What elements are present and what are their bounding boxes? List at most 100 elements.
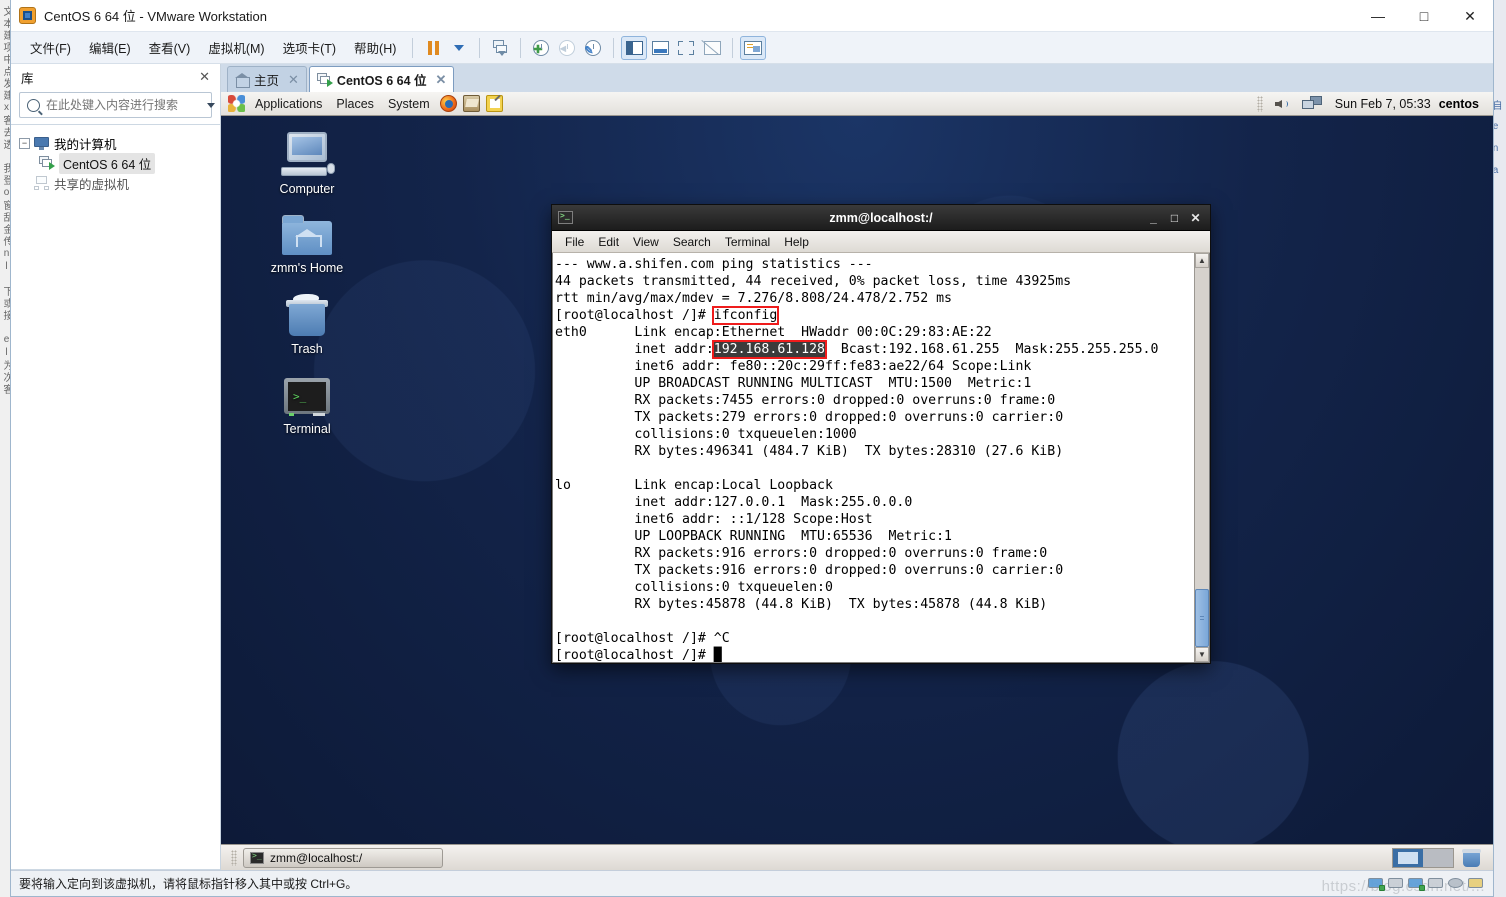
library-search[interactable] <box>19 92 215 118</box>
terminal-minimize-button[interactable]: _ <box>1147 211 1160 225</box>
tree-label: CentOS 6 64 位 <box>59 152 156 174</box>
terminal-menu-search[interactable]: Search <box>666 233 718 251</box>
close-button[interactable]: ✕ <box>1447 0 1493 32</box>
tree-centos-vm[interactable]: CentOS 6 64 位 <box>17 152 214 174</box>
highlighted-ip-address: 192.168.61.128 <box>711 340 827 359</box>
clock[interactable]: Sun Feb 7, 05:33 <box>1335 97 1431 111</box>
terminal-close-button[interactable]: ✕ <box>1189 211 1202 225</box>
terminal-output[interactable]: --- www.a.shifen.com ping statistics ---… <box>553 253 1194 662</box>
terminal-menu-help[interactable]: Help <box>777 233 816 251</box>
network-device-icon[interactable] <box>1368 876 1385 891</box>
terminal-menu-view[interactable]: View <box>626 233 666 251</box>
workspace-2[interactable] <box>1423 848 1453 867</box>
terminal-body[interactable]: --- www.a.shifen.com ping statistics ---… <box>552 253 1210 663</box>
manage-snapshots-icon[interactable]: ✎ <box>580 36 606 60</box>
gnome-menu-system[interactable]: System <box>381 95 437 113</box>
tree-my-computer[interactable]: − 我的计算机 <box>17 133 214 153</box>
scrollbar-track[interactable] <box>1195 268 1209 647</box>
evolution-icon[interactable] <box>462 95 480 112</box>
desktop-icon-home[interactable]: zmm's Home <box>259 207 355 275</box>
fullscreen-icon[interactable] <box>673 36 699 60</box>
menu-vm[interactable]: 虚拟机(M) <box>199 34 273 61</box>
user-menu[interactable]: centos <box>1439 97 1479 111</box>
close-icon[interactable]: ✕ <box>288 72 299 88</box>
menu-file[interactable]: 文件(F) <box>21 34 80 61</box>
menu-view[interactable]: 查看(V) <box>140 34 200 61</box>
firefox-icon[interactable] <box>439 95 457 112</box>
terminal-cursor: █ <box>713 648 722 662</box>
usb-device-icon[interactable] <box>1468 876 1485 891</box>
workspace-switcher[interactable] <box>1392 847 1454 868</box>
snapshot-icon[interactable] <box>487 36 513 60</box>
network-device-icon[interactable] <box>1408 876 1425 891</box>
show-library-icon[interactable] <box>621 35 648 60</box>
terminal-line: RX packets:916 errors:0 dropped:0 overru… <box>555 546 1048 561</box>
desktop-icon-terminal[interactable]: >_ Terminal <box>259 368 355 436</box>
terminal-titlebar[interactable]: zmm@localhost:/ _ □ ✕ <box>552 205 1210 231</box>
desktop-icon-trash[interactable]: Trash <box>259 288 355 356</box>
gnome-menu-applications[interactable]: Applications <box>248 95 329 113</box>
taskbar-window-button[interactable]: zmm@localhost:/ <box>243 847 443 868</box>
desktop-icon-label: Trash <box>291 342 323 356</box>
search-input[interactable] <box>46 98 201 112</box>
close-icon[interactable]: ✕ <box>436 72 447 88</box>
toolbar-separator <box>479 37 481 58</box>
terminal-line: lo Link encap:Local Loopback <box>555 478 833 493</box>
panel-grip[interactable] <box>1256 95 1263 112</box>
chevron-down-icon[interactable] <box>207 102 215 108</box>
tab-centos[interactable]: CentOS 6 64 位 ✕ <box>308 66 455 92</box>
show-console-icon[interactable] <box>647 36 673 60</box>
terminal-line: RX bytes:45878 (44.8 KiB) TX bytes:45878… <box>555 597 1048 612</box>
printer-device-icon[interactable] <box>1428 876 1445 891</box>
trash-icon <box>259 288 355 338</box>
pause-icon[interactable] <box>420 36 446 60</box>
window-controls: — □ ✕ <box>1355 0 1493 32</box>
tab-home[interactable]: 主页 ✕ <box>227 66 307 92</box>
panel-grip[interactable] <box>231 849 237 866</box>
desktop-icon-label: zmm's Home <box>270 261 344 275</box>
tree-label: 我的计算机 <box>54 137 117 152</box>
show-thumbnails-icon[interactable] <box>740 35 767 60</box>
toolbar-separator <box>732 37 734 58</box>
gnome-menu-places[interactable]: Places <box>329 95 381 113</box>
dropdown-caret-icon[interactable] <box>446 36 472 60</box>
terminal-menu-file[interactable]: File <box>558 233 591 251</box>
desktop-icon-computer[interactable]: Computer <box>259 128 355 196</box>
network-icon[interactable] <box>1301 96 1322 111</box>
take-snapshot-icon[interactable]: ✚ <box>528 36 554 60</box>
menu-tabs[interactable]: 选项卡(T) <box>274 34 345 61</box>
sound-device-icon[interactable] <box>1448 876 1465 891</box>
terminal-prompt: [root@localhost /]# <box>555 308 714 323</box>
trash-icon[interactable] <box>1462 848 1481 867</box>
terminal-line: --- www.a.shifen.com ping statistics --- <box>555 257 873 272</box>
terminal-menu-terminal[interactable]: Terminal <box>718 233 777 251</box>
maximize-button[interactable]: □ <box>1401 0 1447 32</box>
expander-icon[interactable]: − <box>19 137 30 149</box>
toolbar-separator <box>520 37 522 58</box>
terminal-scrollbar[interactable]: ▲ ▼ <box>1194 253 1209 662</box>
vm-content-area: 主页 ✕ CentOS 6 64 位 ✕ Applications Places… <box>221 64 1493 870</box>
terminal-maximize-button[interactable]: □ <box>1168 211 1181 225</box>
revert-snapshot-icon[interactable]: ◄ <box>554 36 580 60</box>
terminal-icon: >_ <box>259 368 355 418</box>
menu-help[interactable]: 帮助(H) <box>345 34 405 61</box>
scrollbar-thumb[interactable] <box>1195 589 1209 647</box>
floppy-device-icon[interactable] <box>1388 876 1405 891</box>
terminal-line: UP LOOPBACK RUNNING MTU:65536 Metric:1 <box>555 529 952 544</box>
volume-icon[interactable] <box>1274 97 1291 111</box>
unity-icon[interactable] <box>699 36 725 60</box>
gedit-icon[interactable] <box>485 95 503 112</box>
menu-edit[interactable]: 编辑(E) <box>80 34 140 61</box>
terminal-line: inet addr:127.0.0.1 Mask:255.0.0.0 <box>555 495 913 510</box>
status-devices <box>1368 876 1493 891</box>
scroll-down-icon[interactable]: ▼ <box>1195 647 1209 662</box>
tree-shared-vms[interactable]: 共享的虚拟机 <box>17 173 214 193</box>
scroll-up-icon[interactable]: ▲ <box>1195 253 1209 268</box>
toolbar-separator <box>613 37 615 58</box>
minimize-button[interactable]: — <box>1355 0 1401 32</box>
toolbar-separator <box>412 37 414 58</box>
close-icon[interactable]: ✕ <box>195 69 214 85</box>
terminal-menu-edit[interactable]: Edit <box>591 233 626 251</box>
workspace-1[interactable] <box>1393 848 1423 867</box>
terminal-line: collisions:0 txqueuelen:0 <box>555 580 833 595</box>
